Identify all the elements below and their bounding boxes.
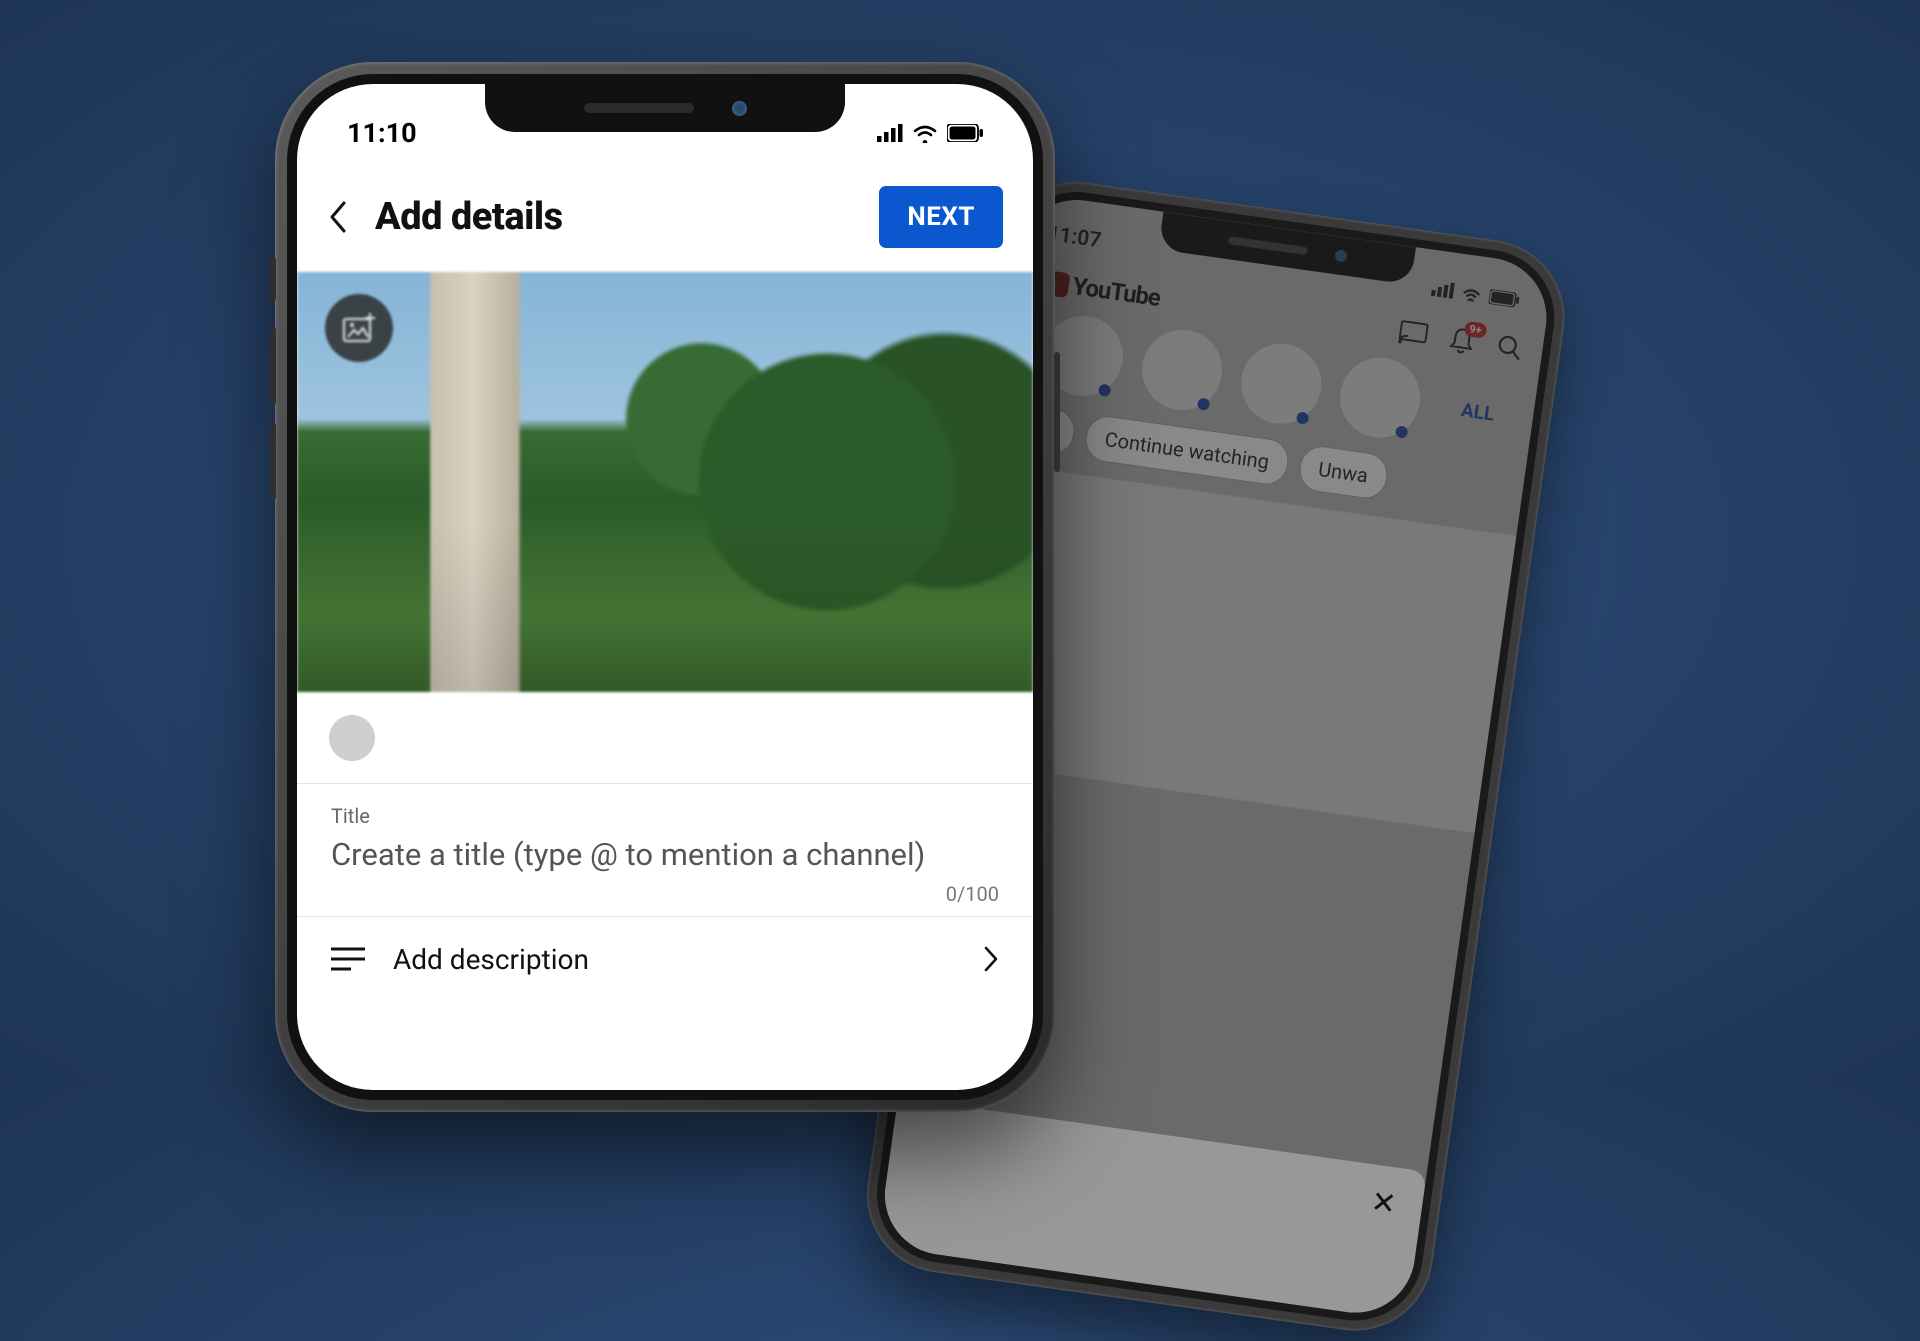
story-avatar[interactable] — [1137, 325, 1227, 415]
story-avatar[interactable] — [1335, 353, 1425, 443]
channel-row[interactable] — [297, 692, 1033, 784]
title-input[interactable]: Create a title (type @ to mention a chan… — [331, 834, 999, 876]
back-button[interactable] — [327, 199, 349, 235]
stories-all-link[interactable]: ALL — [1460, 398, 1496, 425]
page-header: Add details NEXT — [297, 158, 1033, 272]
title-field[interactable]: Title Create a title (type @ to mention … — [297, 784, 1033, 917]
change-thumbnail-button[interactable] — [325, 294, 393, 362]
page-title: Add details — [375, 195, 563, 239]
status-time: 11:10 — [347, 117, 417, 149]
title-counter: 0/100 — [331, 882, 999, 906]
search-icon[interactable] — [1495, 333, 1524, 362]
title-label: Title — [331, 804, 999, 828]
next-button[interactable]: NEXT — [879, 186, 1003, 248]
bottom-sheet[interactable]: ✕ — [877, 1097, 1427, 1320]
add-description-label: Add description — [393, 943, 589, 976]
channel-avatar — [329, 715, 375, 761]
close-icon[interactable]: ✕ — [1369, 1184, 1399, 1222]
chip-unwatched[interactable]: Unwa — [1296, 443, 1389, 501]
bell-icon[interactable]: 9+ — [1447, 325, 1477, 356]
wifi-icon — [912, 123, 938, 143]
video-thumbnail-preview — [297, 272, 1033, 692]
device-notch — [485, 84, 845, 132]
battery-icon — [1488, 289, 1520, 308]
chevron-right-icon — [983, 945, 999, 973]
description-lines-icon — [331, 946, 365, 972]
wifi-icon — [1460, 284, 1484, 303]
image-add-icon — [342, 313, 376, 343]
cellular-icon — [1431, 280, 1455, 299]
story-avatar[interactable] — [1236, 339, 1326, 429]
youtube-wordmark: YouTube — [1071, 272, 1162, 312]
add-description-row[interactable]: Add description — [297, 917, 1033, 1002]
battery-icon — [947, 124, 983, 142]
cast-icon[interactable] — [1398, 320, 1429, 348]
cellular-icon — [877, 124, 903, 142]
phone-front: 11:10 — [275, 62, 1055, 1112]
